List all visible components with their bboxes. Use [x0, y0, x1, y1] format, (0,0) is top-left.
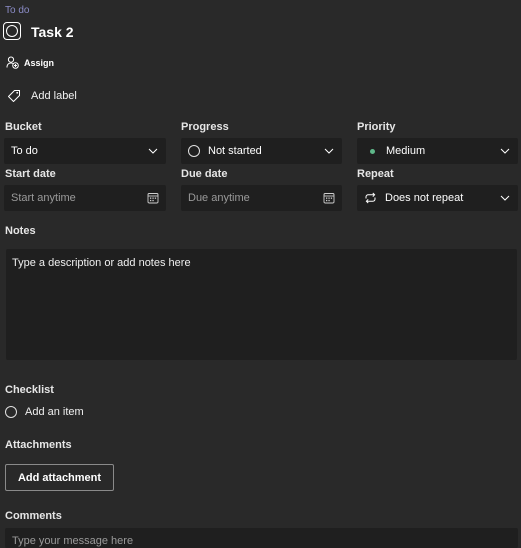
priority-dot-icon	[370, 148, 375, 154]
chevron-down-icon	[500, 148, 510, 154]
repeat-icon	[365, 192, 376, 204]
tag-icon	[8, 90, 20, 102]
assign-label: Assign	[24, 57, 55, 68]
start-date-label: Start date	[5, 168, 56, 180]
priority-label: Priority	[357, 121, 396, 133]
priority-dropdown[interactable]: Medium	[357, 138, 518, 164]
notes-label: Notes	[5, 225, 36, 237]
bucket-dropdown[interactable]: To do	[4, 138, 166, 164]
due-date-label: Due date	[181, 168, 228, 180]
task-complete-checkbox[interactable]	[3, 22, 21, 40]
not-started-circle-icon	[188, 145, 200, 157]
breadcrumb[interactable]: To do	[5, 5, 29, 17]
assign-button[interactable]: Assign	[6, 56, 54, 69]
notes-textarea[interactable]: Type a description or add notes here	[6, 249, 517, 360]
calendar-icon	[323, 193, 335, 204]
priority-value: Medium	[386, 145, 426, 157]
repeat-dropdown[interactable]: Does not repeat	[357, 185, 518, 211]
chevron-down-icon	[324, 148, 334, 154]
add-item-text: Add an item	[25, 406, 84, 418]
repeat-value: Does not repeat	[385, 192, 464, 204]
person-add-icon	[6, 56, 19, 69]
add-attachment-button[interactable]: Add attachment	[5, 464, 114, 491]
progress-label: Progress	[181, 121, 229, 133]
checklist-label: Checklist	[5, 384, 54, 396]
start-date-placeholder: Start anytime	[11, 192, 76, 204]
bucket-label: Bucket	[5, 121, 42, 133]
add-label-button[interactable]: Add label	[7, 89, 77, 103]
circle-icon	[5, 406, 17, 418]
progress-value: Not started	[208, 145, 262, 157]
add-checklist-item[interactable]: Add an item	[5, 405, 84, 419]
comments-label: Comments	[5, 510, 62, 522]
due-date-field[interactable]: Due anytime	[181, 185, 342, 211]
comment-placeholder: Type your message here	[12, 535, 134, 547]
repeat-label: Repeat	[357, 168, 394, 180]
progress-dropdown[interactable]: Not started	[181, 138, 342, 164]
chevron-down-icon	[500, 195, 510, 201]
calendar-icon	[147, 193, 159, 204]
notes-placeholder: Type a description or add notes here	[12, 257, 191, 269]
chevron-down-icon	[148, 148, 158, 154]
bucket-value: To do	[11, 145, 38, 157]
task-title[interactable]: Task 2	[31, 24, 74, 40]
circle-icon	[6, 25, 18, 37]
comment-input[interactable]: Type your message here	[5, 528, 518, 548]
due-date-placeholder: Due anytime	[188, 192, 250, 204]
add-label-text: Add label	[31, 90, 77, 102]
attachments-label: Attachments	[5, 439, 72, 451]
start-date-field[interactable]: Start anytime	[4, 185, 166, 211]
